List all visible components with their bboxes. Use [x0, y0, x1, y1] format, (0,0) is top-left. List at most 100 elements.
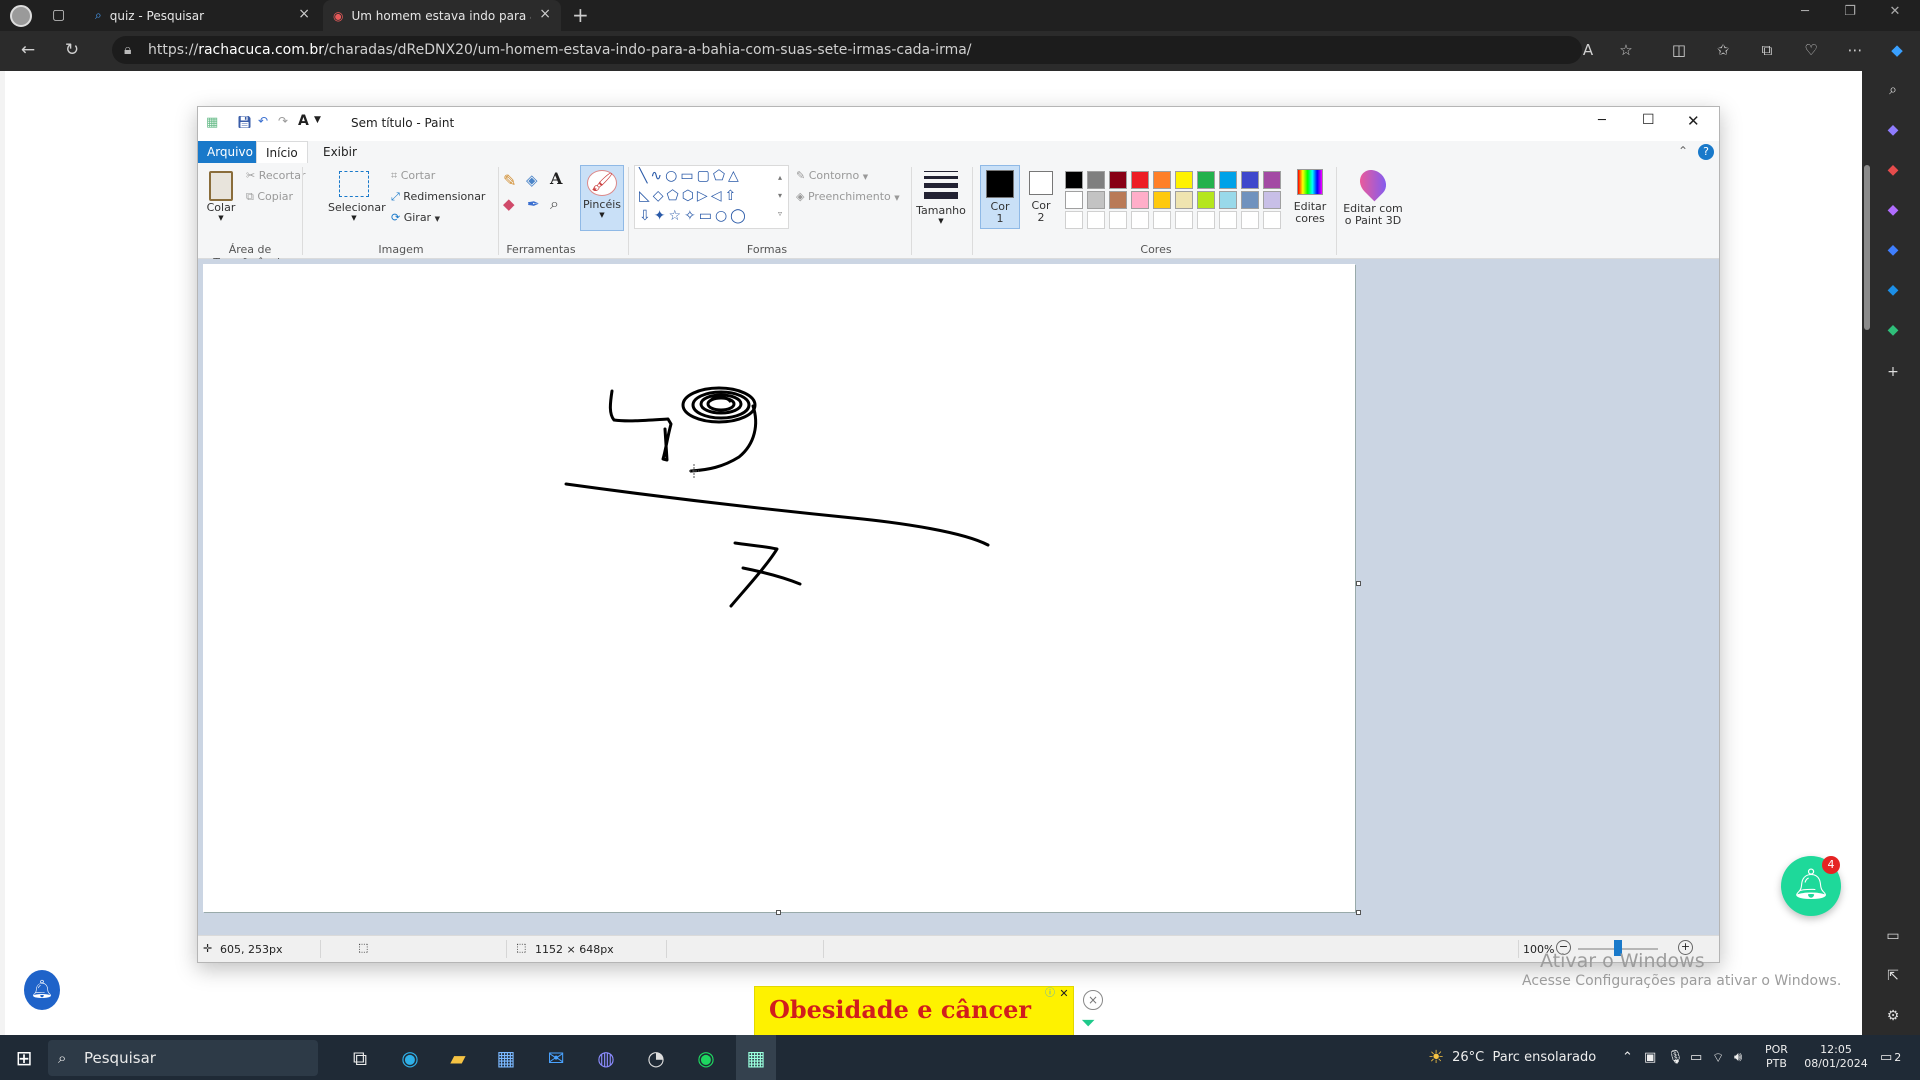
- palette-swatch-empty[interactable]: [1241, 211, 1259, 229]
- sidebar-add-icon[interactable]: +: [1882, 364, 1904, 382]
- palette-swatch[interactable]: [1175, 171, 1193, 189]
- quick-access-dropdown-icon[interactable]: ▼: [314, 115, 321, 125]
- palette-swatch[interactable]: [1153, 191, 1171, 209]
- more-options-icon[interactable]: ⋯: [1843, 41, 1867, 59]
- sidebar-settings-icon[interactable]: ⚙: [1882, 1008, 1904, 1026]
- weather-widget[interactable]: ☀ 26°C Parc ensolarado: [1428, 1035, 1596, 1080]
- eraser-icon[interactable]: ◆: [503, 195, 515, 213]
- paint-close-icon[interactable]: ✕: [1687, 112, 1700, 130]
- paint-maximize-icon[interactable]: ☐: [1642, 112, 1655, 128]
- fill-bucket-icon[interactable]: ◈: [526, 171, 538, 189]
- select-button[interactable]: Selecionar ▼: [328, 169, 386, 222]
- taskbar-search[interactable]: ⌕ Pesquisar: [48, 1040, 318, 1076]
- spotify-icon[interactable]: ◉: [686, 1035, 726, 1080]
- edge-app-icon[interactable]: ◉: [390, 1035, 430, 1080]
- canvas-resize-handle-right[interactable]: [1356, 581, 1361, 586]
- language-indicator[interactable]: POR PTB: [1765, 1043, 1788, 1071]
- palette-swatch-empty[interactable]: [1087, 211, 1105, 229]
- close-tab-icon[interactable]: ×: [298, 6, 310, 22]
- palette-swatch[interactable]: [1219, 171, 1237, 189]
- cut-button[interactable]: ✂ Recortar: [246, 169, 306, 182]
- sidebar-office-icon[interactable]: ◆: [1882, 242, 1904, 260]
- palette-swatch[interactable]: [1109, 171, 1127, 189]
- palette-swatch[interactable]: [1131, 191, 1149, 209]
- color-picker-icon[interactable]: ✒: [527, 195, 540, 213]
- paint3d-button[interactable]: Editar com o Paint 3D: [1340, 164, 1406, 227]
- palette-swatch[interactable]: [1087, 191, 1105, 209]
- ad-info-icon[interactable]: ⓘ: [1043, 987, 1057, 1001]
- palette-swatch-empty[interactable]: [1131, 211, 1149, 229]
- size-button[interactable]: Tamanho ▼: [916, 167, 966, 225]
- palette-swatch[interactable]: [1241, 191, 1259, 209]
- tab-inicio[interactable]: Início: [256, 141, 308, 163]
- palette-swatch[interactable]: [1131, 171, 1149, 189]
- minimize-icon[interactable]: ─: [1785, 4, 1825, 19]
- palette-swatch-empty[interactable]: [1263, 211, 1281, 229]
- edit-colors-button[interactable]: Editar cores: [1288, 167, 1332, 225]
- palette-swatch[interactable]: [1197, 191, 1215, 209]
- sidebar-drop-icon[interactable]: ◆: [1882, 322, 1904, 340]
- favorite-star-icon[interactable]: ☆: [1614, 41, 1638, 59]
- copilot-icon[interactable]: ◆: [1885, 41, 1909, 59]
- split-screen-icon[interactable]: ◫: [1667, 41, 1691, 59]
- magnifier-icon[interactable]: ⌕: [550, 194, 559, 214]
- palette-swatch[interactable]: [1197, 171, 1215, 189]
- palette-swatch[interactable]: [1219, 191, 1237, 209]
- help-icon[interactable]: ?: [1698, 144, 1714, 160]
- discord-icon[interactable]: ◍: [586, 1035, 626, 1080]
- clock[interactable]: 12:05 08/01/2024: [1800, 1043, 1872, 1071]
- palette-swatch[interactable]: [1241, 171, 1259, 189]
- resize-button[interactable]: ⤢ Redimensionar: [391, 190, 485, 204]
- save-icon[interactable]: 💾︎: [237, 115, 252, 129]
- ad-dismiss-icon[interactable]: ×: [1083, 990, 1103, 1010]
- sidebar-outlook-icon[interactable]: ◆: [1882, 282, 1904, 300]
- tab-actions-icon[interactable]: ▢: [52, 7, 65, 23]
- ad-banner[interactable]: Obesidade e câncer ⓘ ✕: [754, 986, 1074, 1036]
- address-bar[interactable]: 🔒︎ https://rachacuca.com.br/charadas/dRe…: [112, 36, 1582, 64]
- sidebar-shopping-icon[interactable]: ◆: [1882, 122, 1904, 140]
- ad-close-icon[interactable]: ✕: [1057, 987, 1071, 1001]
- palette-swatch-empty[interactable]: [1065, 211, 1083, 229]
- paste-button[interactable]: Colar ▼: [204, 169, 238, 227]
- sidebar-search-icon[interactable]: ⌕: [1882, 82, 1904, 100]
- outline-button[interactable]: ✎ Contorno ▼: [796, 169, 868, 182]
- mail-icon[interactable]: ✉: [536, 1035, 576, 1080]
- shapes-scroll-icon[interactable]: ▴ ▾ ▿: [778, 169, 782, 223]
- left-notification-bell[interactable]: 🔔︎: [24, 970, 60, 1010]
- restore-icon[interactable]: ❐: [1830, 4, 1870, 19]
- task-view-icon[interactable]: ⧉: [340, 1035, 380, 1080]
- fill-button[interactable]: ◈ Preenchimento ▼: [796, 190, 900, 203]
- palette-swatch[interactable]: [1175, 191, 1193, 209]
- profile-avatar[interactable]: [10, 5, 32, 27]
- read-aloud-icon[interactable]: A: [1576, 41, 1600, 59]
- palette-swatch[interactable]: [1065, 191, 1083, 209]
- pencil-icon[interactable]: ✎: [503, 171, 516, 190]
- tray-wifi-icon[interactable]: ⌔: [1712, 1035, 1724, 1080]
- new-tab-button[interactable]: +: [572, 3, 589, 27]
- sidebar-games-icon[interactable]: ◆: [1882, 202, 1904, 220]
- canvas-resize-handle-corner[interactable]: [1356, 910, 1361, 915]
- brushes-button[interactable]: 🖌︎ Pincéis ▼: [580, 165, 624, 231]
- tray-meet-icon[interactable]: ▣: [1644, 1035, 1656, 1080]
- canvas-resize-handle-bottom[interactable]: [776, 910, 781, 915]
- back-icon[interactable]: ←: [14, 40, 42, 60]
- favorites-icon[interactable]: ✩: [1711, 41, 1735, 59]
- collapse-ribbon-icon[interactable]: ⌃: [1678, 144, 1688, 158]
- color1-button[interactable]: Cor 1: [980, 165, 1020, 229]
- shapes-gallery[interactable]: ╲∿○▭▢⬠△ ◺◇⬠⬡▷◁⇧ ⇩✦☆✧▭○◯: [634, 165, 789, 229]
- close-tab-icon[interactable]: ×: [539, 6, 551, 22]
- sidebar-external-icon[interactable]: ⇱: [1882, 968, 1904, 986]
- notification-center-icon[interactable]: ▭ 2: [1880, 1035, 1901, 1080]
- palette-swatch-empty[interactable]: [1219, 211, 1237, 229]
- paint-taskbar-icon[interactable]: ▦: [736, 1035, 776, 1080]
- undo-icon[interactable]: ↶: [258, 114, 268, 128]
- palette-swatch[interactable]: [1065, 171, 1083, 189]
- refresh-icon[interactable]: ↻: [58, 40, 86, 60]
- palette-swatch-empty[interactable]: [1109, 211, 1127, 229]
- text-a-icon[interactable]: A: [298, 113, 309, 129]
- browser-essentials-icon[interactable]: ♡: [1799, 41, 1823, 59]
- redo-icon[interactable]: ↷: [278, 114, 288, 128]
- paint-minimize-icon[interactable]: ─: [1598, 113, 1606, 128]
- crop-button[interactable]: ⌗ Cortar: [391, 169, 435, 183]
- palette-swatch[interactable]: [1263, 171, 1281, 189]
